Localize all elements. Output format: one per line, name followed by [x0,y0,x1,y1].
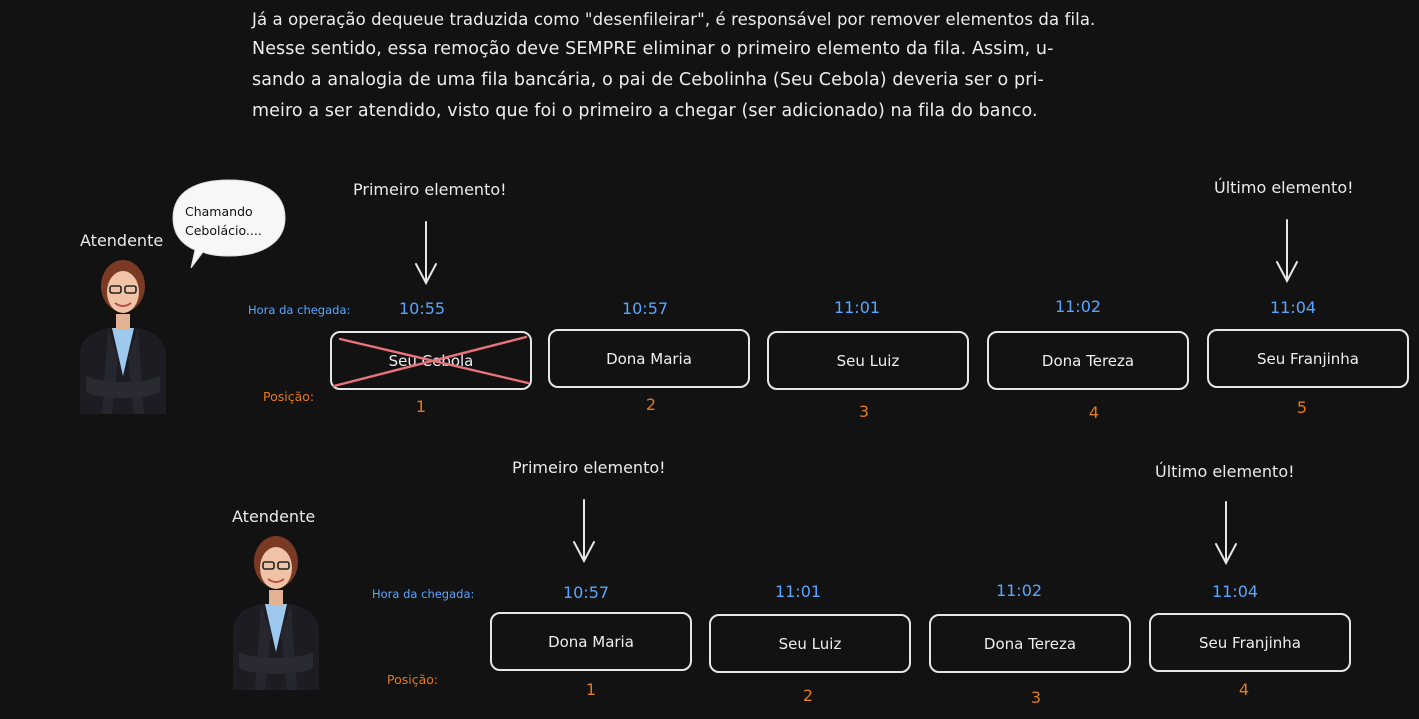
queue-node: Dona Maria [548,329,750,388]
last-element-label-top: Último elemento! [1214,178,1354,197]
queue-node-name: Dona Tereza [983,634,1077,653]
last-element-label-bottom: Último elemento! [1155,462,1295,481]
queue-node-name: Seu Franjinha [1199,633,1301,652]
queue-position: 2 [802,686,814,705]
arrival-time: 10:57 [562,583,610,602]
queue-position: 1 [415,397,427,416]
queue-position: 1 [585,680,597,699]
arrival-label-bottom: Hora da chegada: [372,587,475,601]
position-label-top: Posição: [263,389,315,404]
intro-line-3: sando a analogia de uma fila bancária, o… [252,70,1044,90]
arrival-time: 11:01 [833,298,881,317]
queue-node-name: Seu Luiz [836,351,900,370]
queue-node-name: Dona Tereza [1041,351,1135,370]
position-label-bottom: Posição: [387,672,439,687]
strike-cross [332,335,530,388]
intro-line-2: Nesse sentido, essa remoção deve SEMPRE … [252,39,1054,59]
intro-paragraph: Já a operação dequeue traduzida como "de… [252,6,1252,127]
intro-line-4: meiro a ser atendido, visto que foi o pr… [252,101,1038,121]
arrival-time: 11:04 [1269,298,1317,317]
queue-node-name: Dona Maria [606,349,692,368]
first-element-label-top: Primeiro elemento! [353,180,507,199]
queue-position: 4 [1088,403,1100,422]
queue-node: Dona Maria [490,612,692,671]
down-arrow-icon [573,499,595,564]
arrival-time: 11:02 [995,581,1043,600]
queue-node: Dona Tereza [929,614,1131,673]
speech-bubble-text: Chamando Cebolácio.... [185,204,262,238]
down-arrow-icon [1276,219,1298,284]
arrival-time: 10:55 [398,299,446,318]
queue-position: 3 [1030,688,1042,707]
queue-node: Seu Luiz [709,614,911,673]
queue-position: 3 [858,402,870,421]
queue-node: Seu Franjinha [1149,613,1351,672]
queue-node-name: Dona Maria [548,632,634,651]
queue-node: Seu Franjinha [1207,329,1409,388]
queue-position: 4 [1238,680,1250,699]
arrival-time: 11:04 [1211,582,1259,601]
attendant-avatar [80,260,166,414]
first-element-label-bottom: Primeiro elemento! [512,458,666,477]
queue-position: 5 [1296,398,1308,417]
arrival-time: 10:57 [621,299,669,318]
queue-node-name: Seu Franjinha [1257,349,1359,368]
queue-position: 2 [645,395,657,414]
queue-node: Seu Luiz [767,331,969,390]
queue-node: Dona Tereza [987,331,1189,390]
queue-node-name: Seu Luiz [778,634,842,653]
down-arrow-icon [1215,501,1237,566]
attendant-label-bottom: Atendente [232,507,316,526]
attendant-avatar [233,536,319,690]
down-arrow-icon [415,221,437,286]
arrival-label-top: Hora da chegada: [248,303,351,317]
intro-line-1: Já a operação dequeue traduzida como "de… [252,10,1096,29]
attendant-label-top: Atendente [80,231,164,250]
arrival-time: 11:01 [774,582,822,601]
arrival-time: 11:02 [1054,297,1102,316]
